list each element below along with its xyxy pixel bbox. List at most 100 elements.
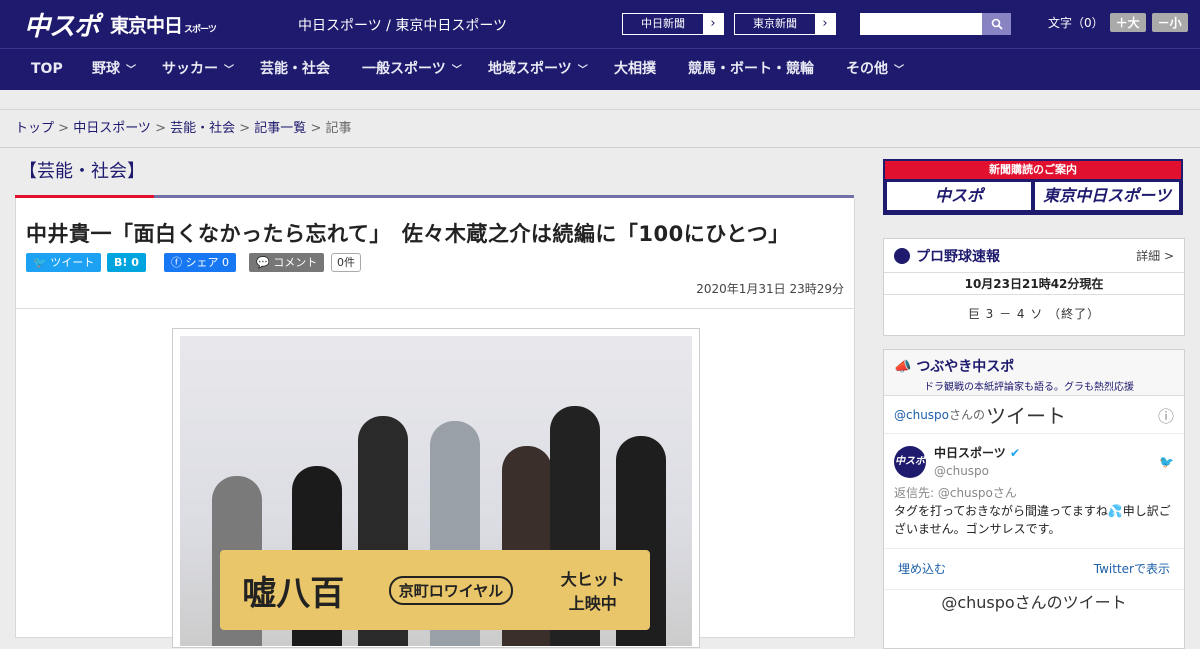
- nav-label: 大相撲: [614, 61, 656, 77]
- paper-label: 東京新聞: [753, 17, 797, 30]
- timeline-handle-link[interactable]: @chuspo: [894, 408, 949, 422]
- nav-soccer[interactable]: サッカー ﹀: [162, 49, 234, 90]
- tokyo-chunichi-logo[interactable]: 東京中日 スポーツ: [110, 11, 217, 38]
- comment-icon: 💬: [256, 256, 270, 269]
- chevron-down-icon: ﹀: [224, 65, 234, 76]
- baseball-scores-widget: プロ野球速報 詳細 > 10月23日21時42分現在 巨 3 － 4 ソ （終了）: [883, 238, 1185, 336]
- nav-label: 競馬・ボート・競輪: [688, 61, 814, 77]
- nav-entertainment[interactable]: 芸能・社会: [260, 49, 330, 90]
- embed-link[interactable]: 埋め込む: [898, 549, 946, 589]
- article-card: 中井貴一「面白くなかったら忘れて」 佐々木蔵之介は続編に「100にひとつ」 🐦 …: [15, 198, 855, 648]
- facebook-icon: ⓕ: [171, 256, 182, 269]
- paper-label: 中日新聞: [641, 17, 685, 30]
- breadcrumb-article-list[interactable]: 記事一覧: [254, 121, 306, 136]
- article-photo[interactable]: 嘘八百 京町ロワイヤル 大ヒット上映中: [172, 328, 700, 648]
- chuspo-tile[interactable]: 中スポ: [887, 182, 1031, 210]
- baseball-details-link[interactable]: 詳細 >: [1136, 247, 1174, 264]
- tweet-reply-to: 返信先: @chuspoさん: [894, 486, 1017, 500]
- font-smaller-button[interactable]: －小: [1151, 13, 1188, 32]
- timeline-suffix: さんの: [949, 408, 986, 422]
- tweet-button[interactable]: 🐦 ツイート: [26, 253, 102, 272]
- breadcrumb-entertainment[interactable]: 芸能・社会: [170, 121, 235, 136]
- nav-local-sports[interactable]: 地域スポーツ ﹀: [488, 49, 588, 90]
- movie-subtitle: 京町ロワイヤル: [388, 575, 514, 605]
- tweets-title: つぶやき中スポ: [916, 359, 1015, 375]
- search-icon: [991, 18, 1003, 30]
- breadcrumb-current: 記事: [325, 121, 352, 136]
- nav-baseball[interactable]: 野球 ﹀: [92, 49, 136, 90]
- search-button[interactable]: [982, 13, 1011, 35]
- nav-other[interactable]: その他 ﹀: [846, 49, 904, 90]
- subscription-banner[interactable]: 新聞購読のご案内 中スポ 東京中日スポーツ: [883, 159, 1183, 215]
- nav-label: 野球: [92, 61, 120, 77]
- tweets-subtitle: ドラ観戦の本紙評論家も語る。グラも熱烈応援: [924, 382, 1134, 393]
- site-logo[interactable]: 中スポ: [24, 6, 100, 43]
- verified-icon: ✔: [1009, 446, 1021, 460]
- avatar[interactable]: 中スポ: [894, 446, 926, 478]
- logo2-text: 東京中日: [110, 15, 183, 37]
- nav-label: 地域スポーツ: [488, 61, 572, 77]
- article-column: 【芸能・社会】 中井貴一「面白くなかったら忘れて」 佐々木蔵之介は続編に「100…: [15, 159, 855, 648]
- nav-sumo[interactable]: 大相撲: [614, 49, 656, 90]
- chevron-down-icon: ﹀: [577, 65, 588, 76]
- chunichi-shimbun-link[interactable]: 中日新聞 ›: [622, 13, 724, 35]
- movie-title: 嘘八百: [242, 573, 345, 614]
- spacer-strip: [0, 90, 1200, 110]
- article-headline: 中井貴一「面白くなかったら忘れて」 佐々木蔵之介は続編に「100にひとつ」: [26, 222, 790, 246]
- movie-tag: 大ヒット上映中: [560, 570, 625, 613]
- tweet-user-name[interactable]: 中日スポーツ: [934, 446, 1006, 460]
- chevron-right-icon: ›: [703, 14, 723, 34]
- info-icon[interactable]: ⓘ: [1158, 403, 1174, 427]
- comment-label: コメント: [273, 256, 318, 269]
- nav-label: 一般スポーツ: [362, 61, 446, 77]
- nav-label: その他: [846, 61, 888, 77]
- nav-label: 芸能・社会: [260, 61, 330, 77]
- chevron-down-icon: ﹀: [451, 65, 462, 76]
- comment-button[interactable]: 💬 コメント: [249, 253, 325, 272]
- baseball-icon: [894, 247, 910, 264]
- chevron-down-icon: ﹀: [126, 65, 136, 76]
- font-size-control: 文字（0） ＋大 －小: [1048, 13, 1188, 32]
- main-nav: TOP 野球 ﹀ サッカー ﹀ 芸能・社会 一般スポーツ ﹀ 地域スポーツ ﹀ 大相撲 …: [0, 48, 1200, 90]
- timeline-footer: @chuspoさんのツイート: [884, 589, 1184, 616]
- breadcrumb-top[interactable]: トップ: [15, 121, 54, 136]
- tokyo-shimbun-link[interactable]: 東京新聞 ›: [734, 13, 836, 35]
- chevron-right-icon: ›: [815, 14, 835, 34]
- twitter-icon: 🐦: [33, 256, 47, 269]
- view-on-twitter-link[interactable]: Twitterで表示: [1094, 549, 1170, 589]
- baseball-score[interactable]: 巨 3 － 4 ソ （終了）: [884, 295, 1184, 333]
- baseball-title: プロ野球速報: [916, 248, 1000, 265]
- site-link[interactable]: 中日スポーツ / 東京中日スポーツ: [298, 15, 507, 35]
- tweet: 中スポ 中日スポーツ ✔ @chuspo 🐦 返信先: @chuspoさん タグ…: [884, 434, 1184, 548]
- logo2-small: スポーツ: [184, 25, 217, 35]
- font-size-label: 文字（0）: [1048, 16, 1104, 30]
- nav-top[interactable]: TOP: [31, 49, 63, 90]
- breadcrumb: トップ > 中日スポーツ > 芸能・社会 > 記事一覧 > 記事: [0, 110, 1200, 148]
- tokyo-chunichi-tile[interactable]: 東京中日スポーツ: [1035, 182, 1179, 210]
- baseball-time: 10月23日21時42分現在: [884, 273, 1184, 295]
- nav-label: TOP: [31, 61, 63, 77]
- tweet-user-handle: @chuspo: [934, 464, 990, 478]
- twitter-widget: 📣 つぶやき中スポ ドラ観戦の本紙評論家も語る。グラも熱烈応援 @chuspo さ…: [883, 349, 1185, 649]
- article-date: 2020年1月31日 23時29分: [696, 282, 844, 296]
- tweet-text: タグを打っておきながら間違ってますね💦申し訳ございません。ゴンサレスです。: [894, 504, 1171, 536]
- nav-label: サッカー: [162, 61, 218, 77]
- breadcrumb-chunichi-sports[interactable]: 中日スポーツ: [73, 121, 151, 136]
- timeline-heading: ツイート: [986, 404, 1067, 428]
- movie-banner: 嘘八百 京町ロワイヤル 大ヒット上映中: [220, 550, 650, 630]
- twitter-bird-icon: 🐦: [1159, 455, 1174, 469]
- top-header: 中スポ 東京中日 スポーツ 中日スポーツ / 東京中日スポーツ 中日新聞 › 東京新…: [0, 0, 1200, 48]
- subscription-header: 新聞購読のご案内: [885, 161, 1181, 179]
- search-box: [860, 13, 1011, 35]
- divider: [16, 308, 854, 309]
- nav-general-sports[interactable]: 一般スポーツ ﹀: [362, 49, 462, 90]
- tweet-label: ツイート: [50, 256, 95, 269]
- chevron-down-icon: ﹀: [894, 65, 904, 76]
- hatena-bookmark-button[interactable]: B! 0: [107, 253, 146, 272]
- category-heading: 【芸能・社会】: [19, 161, 145, 182]
- search-input[interactable]: [860, 13, 982, 35]
- comment-count: 0件: [331, 253, 361, 272]
- nav-racing[interactable]: 競馬・ボート・競輪: [688, 49, 814, 90]
- facebook-share-button[interactable]: ⓕ シェア 0: [164, 253, 236, 272]
- font-bigger-button[interactable]: ＋大: [1109, 13, 1146, 32]
